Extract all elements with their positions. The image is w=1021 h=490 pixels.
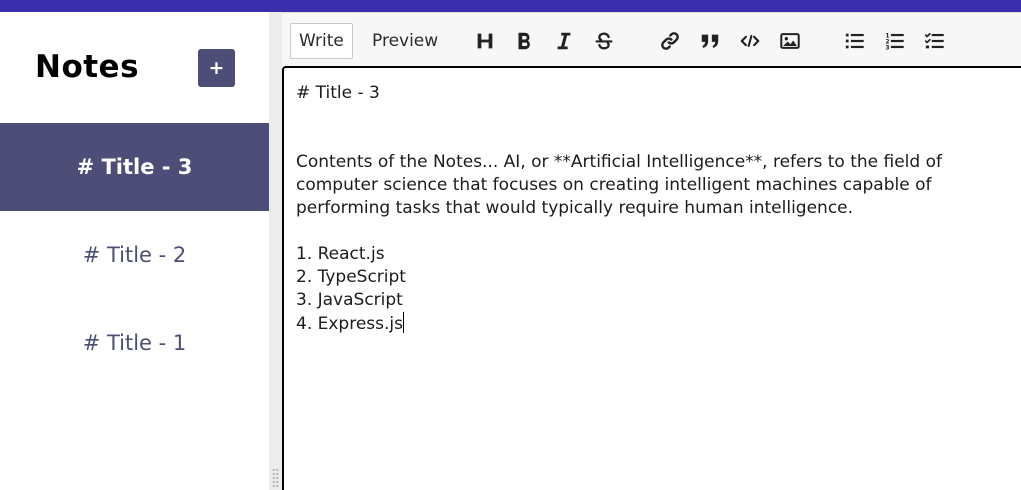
bold-icon[interactable] xyxy=(512,29,536,53)
write-tab[interactable]: Write xyxy=(290,23,353,59)
italic-icon[interactable] xyxy=(552,29,576,53)
editor-line: 3. JavaScript xyxy=(296,290,403,310)
sidebar-header: Notes + xyxy=(0,12,269,123)
ordered-list-icon[interactable]: 123 xyxy=(883,29,907,53)
header-icon[interactable] xyxy=(473,29,497,53)
text-caret xyxy=(403,312,404,333)
top-accent-bar xyxy=(0,0,1021,12)
note-list: # Title - 3 # Title - 2 # Title - 1 xyxy=(0,123,269,387)
editor-line: # Title - 3 xyxy=(296,83,380,103)
add-note-button[interactable]: + xyxy=(198,49,235,87)
editor-line-text: 4. Express.js xyxy=(296,314,403,334)
editor-line: 1. React.js xyxy=(296,244,385,264)
editor-line: Contents of the Notes... AI, or **Artifi… xyxy=(296,152,942,172)
notes-sidebar: Notes + # Title - 3 # Title - 2 # Title … xyxy=(0,12,269,490)
pane-splitter[interactable] xyxy=(269,12,282,490)
drag-handle-icon[interactable] xyxy=(272,468,279,488)
svg-text:3: 3 xyxy=(885,44,889,51)
quote-icon[interactable] xyxy=(698,29,722,53)
strikethrough-icon[interactable] xyxy=(592,29,616,53)
preview-tab[interactable]: Preview xyxy=(364,23,446,59)
image-icon[interactable] xyxy=(778,29,802,53)
markdown-editor[interactable]: # Title - 3 Contents of the Notes... AI,… xyxy=(282,66,1021,490)
link-icon[interactable] xyxy=(658,29,682,53)
editor-line-last: 4. Express.js xyxy=(296,312,1009,335)
unordered-list-icon[interactable] xyxy=(843,29,867,53)
editor-line: computer science that focuses on creatin… xyxy=(296,175,932,195)
note-item-title-3[interactable]: # Title - 3 xyxy=(0,123,269,211)
note-item-title-1[interactable]: # Title - 1 xyxy=(0,299,269,387)
app-title: Notes xyxy=(35,49,140,85)
editor-toolbar: Write Preview 123 xyxy=(282,12,1021,68)
code-icon[interactable] xyxy=(738,29,762,53)
editor-line: performing tasks that would typically re… xyxy=(296,198,854,218)
note-item-title-2[interactable]: # Title - 2 xyxy=(0,211,269,299)
editor-line: 2. TypeScript xyxy=(296,267,406,287)
checklist-icon[interactable] xyxy=(923,29,947,53)
